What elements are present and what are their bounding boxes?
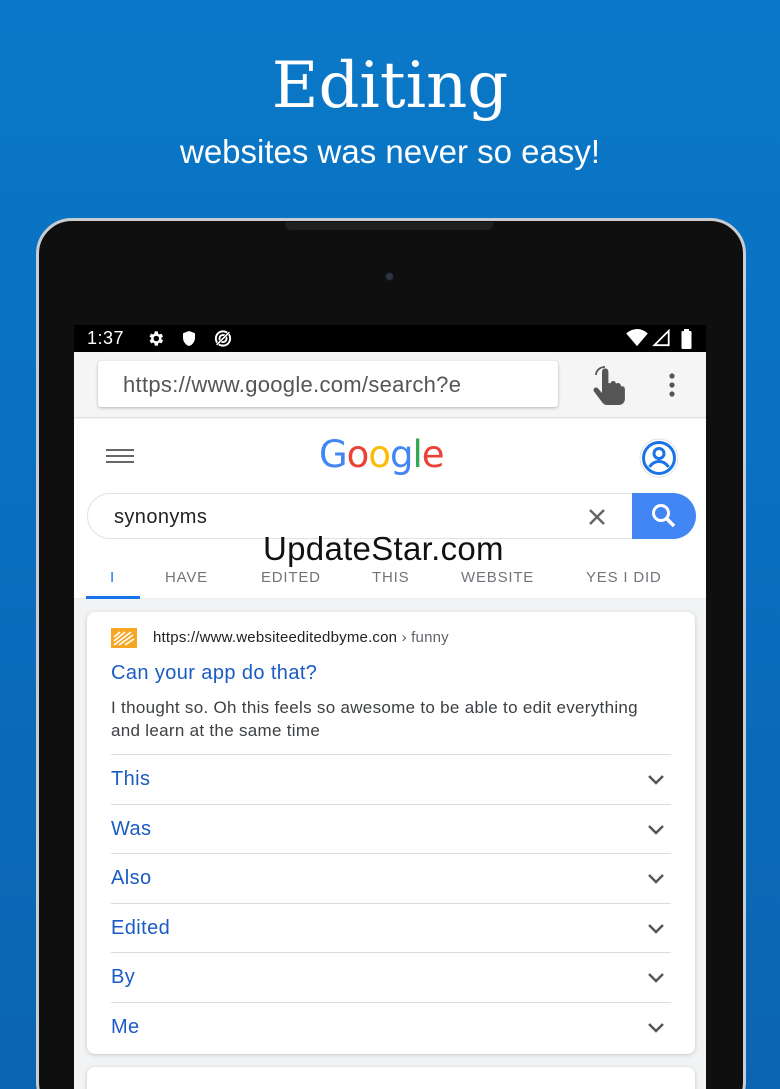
site-favicon — [111, 628, 137, 648]
list-item-label: Was — [111, 817, 152, 840]
list-item[interactable]: By — [111, 952, 671, 1002]
tab-this[interactable]: THIS — [372, 569, 409, 586]
next-result-card — [87, 1067, 695, 1089]
search-icon — [652, 504, 676, 528]
clear-icon[interactable] — [586, 506, 608, 528]
tab-website[interactable]: WEBSITE — [461, 569, 534, 586]
wifi-icon — [626, 329, 648, 347]
logo-letter: g — [389, 433, 413, 476]
overflow-menu-icon[interactable] — [664, 372, 680, 398]
result-url[interactable]: https://www.websiteeditedbyme.con › funn… — [153, 629, 449, 646]
status-time: 1:37 — [87, 328, 125, 348]
hamburger-menu-icon[interactable] — [106, 446, 134, 466]
logo-letter: G — [319, 433, 348, 476]
result-card: https://www.websiteeditedbyme.con › funn… — [87, 612, 695, 1054]
list-item-label: This — [111, 768, 151, 790]
result-snippet: I thought so. Oh this feels so awesome t… — [111, 698, 638, 740]
active-tab-indicator — [86, 596, 140, 599]
search-input[interactable]: synonyms — [114, 506, 207, 529]
hand-pointer-icon[interactable] — [590, 366, 626, 406]
device-screen: 1:37 https://www.google.com/search?e Goo… — [74, 325, 706, 1089]
search-tabs: I HAVE EDITED THIS WEBSITE YES I DID — [74, 567, 706, 599]
logo-letter: o — [346, 433, 370, 476]
google-logo[interactable]: Google — [319, 433, 464, 477]
result-breadcrumb: › funny — [397, 629, 449, 646]
search-button[interactable] — [632, 493, 696, 539]
google-header: Google synonyms UpdateStar.com I HAVE ED… — [74, 419, 706, 599]
list-item-label: Edited — [111, 916, 171, 939]
list-item[interactable]: Was — [111, 803, 671, 854]
browser-toolbar: https://www.google.com/search?e — [74, 352, 706, 418]
list-item-label: Also — [111, 867, 152, 889]
logo-letter: e — [421, 433, 445, 476]
tab-have[interactable]: HAVE — [165, 569, 208, 586]
chevron-down-icon — [648, 775, 664, 785]
list-item-label: By — [111, 966, 136, 988]
camera-icon — [386, 273, 393, 280]
logo-letter: o — [368, 433, 391, 476]
web-page: Google synonyms UpdateStar.com I HAVE ED… — [74, 419, 706, 1089]
list-item[interactable]: Edited — [111, 902, 671, 953]
list-item[interactable]: Also — [111, 853, 671, 903]
hotspot-icon — [214, 330, 232, 347]
battery-icon — [681, 329, 692, 349]
shield-icon — [183, 331, 195, 346]
chevron-down-icon — [648, 923, 664, 934]
result-title[interactable]: Can your app do that? — [111, 662, 317, 685]
promo-subtitle: websites was never so easy! — [179, 133, 601, 170]
list-item-label: Me — [111, 1015, 140, 1038]
status-bar: 1:37 — [74, 325, 706, 352]
tablet-notch — [285, 222, 493, 230]
gear-icon — [149, 331, 164, 346]
tab-edited[interactable]: EDITED — [261, 569, 321, 586]
url-field[interactable]: https://www.google.com/search?e — [98, 361, 558, 407]
chevron-down-icon — [648, 874, 664, 884]
tab-i[interactable]: I — [110, 569, 115, 586]
chevron-down-icon — [648, 824, 664, 835]
related-list: This Was Also Edited By Me — [111, 754, 671, 1051]
account-icon[interactable] — [634, 438, 684, 478]
watermark: UpdateStar.com — [263, 530, 504, 567]
chevron-down-icon — [648, 973, 664, 983]
promo-title: Editing — [271, 49, 509, 123]
list-item[interactable]: This — [111, 754, 671, 804]
chevron-down-icon — [648, 1022, 664, 1033]
signal-icon — [652, 329, 670, 347]
tab-yes-i-did[interactable]: YES I DID — [586, 569, 662, 586]
logo-letter: l — [412, 433, 422, 476]
list-item[interactable]: Me — [111, 1001, 671, 1052]
result-site: https://www.websiteeditedbyme.con — [153, 629, 398, 646]
